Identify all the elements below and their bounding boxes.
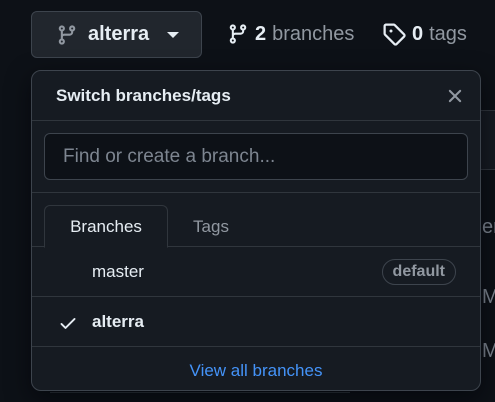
branch-name: alterra — [92, 311, 144, 331]
dropdown-header: Switch branches/tags — [32, 71, 480, 121]
background-text: M — [482, 340, 495, 362]
dropdown-title: Switch branches/tags — [56, 85, 231, 105]
branch-search-input[interactable] — [44, 133, 468, 180]
check-icon — [60, 318, 76, 329]
branch-item-alterra[interactable]: alterra — [32, 297, 480, 347]
search-section — [32, 121, 480, 193]
branch-switcher-dropdown: Switch branches/tags Branches Tags maste… — [31, 70, 481, 391]
git-branch-icon — [58, 24, 76, 45]
current-branch-label: alterra — [88, 23, 150, 45]
tab-tags[interactable]: Tags — [168, 205, 254, 248]
tags-label: tags — [429, 22, 467, 45]
default-badge: default — [381, 259, 456, 285]
view-all-branches-link[interactable]: View all branches — [32, 347, 480, 395]
repo-page: er M M alterra 2 branches 0 tags Switch … — [0, 0, 495, 402]
tags-count: 0 — [412, 22, 424, 45]
caret-down-icon — [167, 31, 180, 38]
branches-label: branches — [272, 22, 355, 45]
tags-count-link[interactable]: 0 tags — [382, 22, 467, 46]
branch-tag-tabs: Branches Tags — [32, 193, 480, 248]
branches-count-link[interactable]: 2 branches — [227, 22, 354, 46]
git-branch-icon — [229, 24, 247, 44]
tab-branches[interactable]: Branches — [44, 205, 168, 248]
close-icon[interactable] — [444, 85, 466, 107]
branch-name: master — [92, 261, 144, 281]
branch-item-master[interactable]: master default — [32, 247, 480, 297]
background-text: er — [482, 216, 495, 238]
branches-count: 2 — [255, 22, 267, 45]
branch-selector-button[interactable]: alterra — [31, 11, 202, 58]
tag-icon — [383, 23, 406, 46]
background-text: M — [482, 286, 495, 308]
